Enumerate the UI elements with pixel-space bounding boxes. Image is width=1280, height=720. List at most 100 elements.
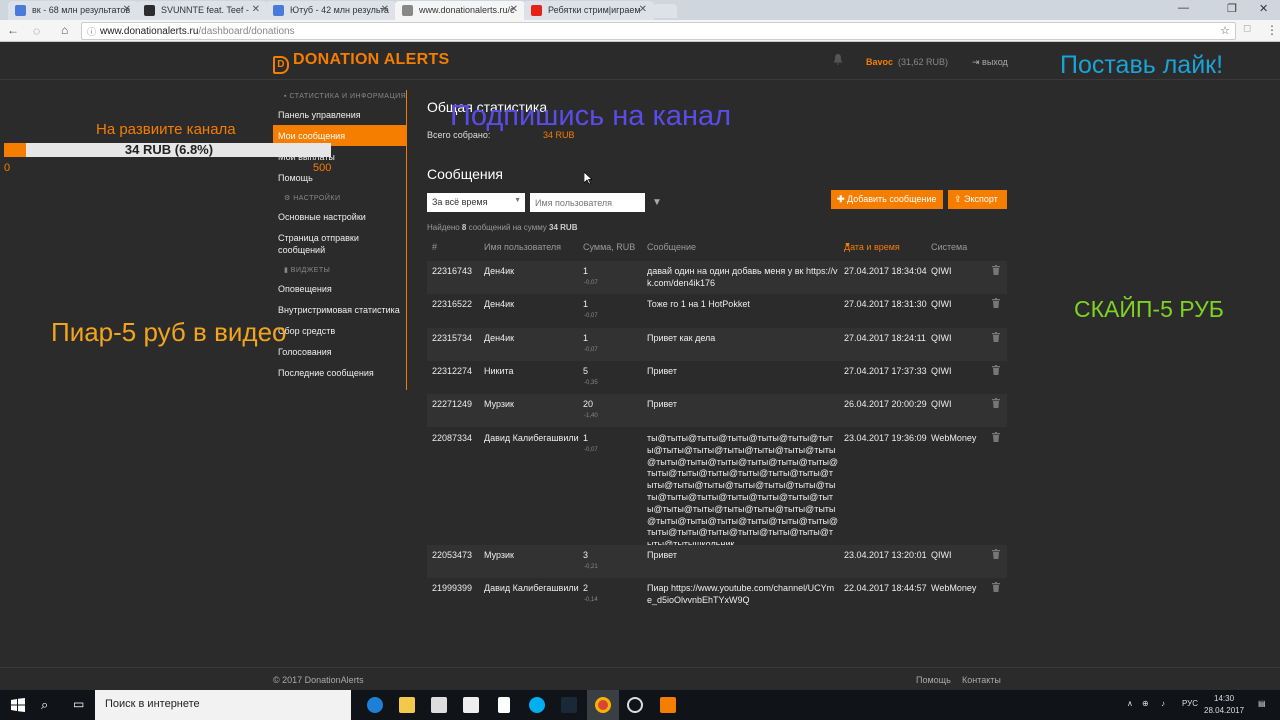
steam-icon[interactable] bbox=[561, 697, 577, 713]
close-tab-icon[interactable]: ✕ bbox=[381, 4, 389, 15]
notifications-icon[interactable]: ▤ bbox=[1258, 699, 1266, 708]
trash-icon[interactable] bbox=[992, 549, 1000, 559]
close-tab-icon[interactable]: ✕ bbox=[639, 4, 647, 15]
url-input[interactable]: www.donationalerts.ru/dashboard/donation… bbox=[81, 22, 1236, 40]
footer-help-link[interactable]: Помощь bbox=[916, 675, 951, 685]
cell-id: 22087334 bbox=[432, 433, 473, 443]
trash-icon[interactable] bbox=[992, 265, 1000, 275]
sidebar-item-polls[interactable]: Голосования bbox=[273, 341, 406, 362]
search-icon[interactable]: ⌕ bbox=[41, 697, 48, 713]
home-icon[interactable]: ⌂ bbox=[61, 23, 68, 37]
sidebar-item-send-page[interactable]: Страница отправки сообщений bbox=[273, 227, 406, 260]
cell-fee: -0,07 bbox=[584, 280, 598, 286]
edge-icon[interactable] bbox=[367, 697, 383, 713]
logo[interactable]: D DONATION ALERTS bbox=[273, 51, 450, 74]
sidebar-item-main-settings[interactable]: Основные настройки bbox=[273, 206, 406, 227]
page-info-icon[interactable]: ⓘ bbox=[87, 25, 96, 38]
tray-network-icon[interactable]: ⊕ bbox=[1142, 699, 1149, 708]
close-tab-icon[interactable]: ✕ bbox=[510, 4, 518, 15]
period-select-value: За всё время bbox=[432, 197, 488, 207]
bell-icon[interactable] bbox=[832, 53, 844, 66]
sidebar-item-help[interactable]: Помощь bbox=[273, 167, 406, 188]
browser-tab[interactable]: Ютуб - 42 млн результа ✕ bbox=[266, 1, 396, 20]
sidebar-item-dashboard[interactable]: Панель управления bbox=[273, 104, 406, 125]
task-view-icon[interactable]: ▭ bbox=[73, 697, 84, 711]
username-filter-input[interactable] bbox=[530, 193, 645, 212]
cell-system: WebMoney bbox=[931, 583, 977, 593]
cell-fee: -0,35 bbox=[584, 380, 598, 386]
close-window-icon[interactable]: ✕ bbox=[1259, 2, 1268, 15]
bookmark-star-icon[interactable]: ☆ bbox=[1220, 24, 1230, 37]
keyboard-language[interactable]: РУС bbox=[1182, 699, 1198, 708]
cell-id: 22053473 bbox=[432, 550, 473, 560]
trash-icon[interactable] bbox=[992, 398, 1000, 408]
taskbar-search-input[interactable]: Поиск в интернете bbox=[95, 690, 351, 720]
cell-date: 27.04.2017 18:31:30 bbox=[844, 299, 927, 309]
close-tab-icon[interactable]: ✕ bbox=[252, 4, 260, 15]
cell-system: QIWI bbox=[931, 333, 952, 343]
cell-amount: 2 bbox=[583, 583, 589, 593]
col-header-system: Система bbox=[931, 242, 968, 252]
cell-system: QIWI bbox=[931, 399, 952, 409]
trash-icon[interactable] bbox=[992, 332, 1000, 342]
cell-fee: -1,40 bbox=[584, 413, 598, 419]
period-select[interactable]: За всё время ▼ bbox=[427, 193, 525, 212]
page-favicon-icon bbox=[402, 5, 413, 16]
mail-icon[interactable] bbox=[463, 697, 479, 713]
trash-icon[interactable] bbox=[992, 365, 1000, 375]
new-tab-button[interactable] bbox=[653, 4, 677, 18]
col-header-amount[interactable]: Сумма, RUB bbox=[583, 242, 635, 252]
minimize-icon[interactable]: — bbox=[1178, 2, 1189, 14]
cell-fee: -0,07 bbox=[584, 447, 598, 453]
chrome-icon[interactable] bbox=[595, 697, 611, 713]
export-button[interactable]: ⇪ Экспорт bbox=[948, 190, 1007, 209]
obs-icon[interactable] bbox=[627, 697, 643, 713]
sidebar-item-alerts[interactable]: Оповещения bbox=[273, 278, 406, 299]
menu-icon[interactable]: ⋮ bbox=[1266, 23, 1278, 37]
sidebar-item-last-messages[interactable]: Последние сообщения bbox=[273, 362, 406, 383]
col-header-username[interactable]: Имя пользователя bbox=[484, 242, 561, 252]
url-host: www.donationalerts.ru bbox=[100, 26, 199, 37]
trash-icon[interactable] bbox=[992, 582, 1000, 592]
goal-progress-text: 34 RUB (6.8%) bbox=[124, 142, 214, 157]
address-bar-row: ← ◌ ⌂ www.donationalerts.ru/dashboard/do… bbox=[0, 20, 1280, 42]
clock-date[interactable]: 28.04.2017 bbox=[1204, 706, 1244, 715]
extension-icon[interactable]: ◻ bbox=[1243, 23, 1251, 34]
logout-link[interactable]: ⇥ выход bbox=[972, 57, 1008, 68]
cell-id: 22316522 bbox=[432, 299, 473, 309]
filter-icon[interactable]: ▼ bbox=[652, 197, 662, 208]
skype-icon[interactable] bbox=[529, 697, 545, 713]
browser-tab[interactable]: Ребятки стрим|играем ✕ bbox=[524, 1, 654, 20]
store-icon[interactable] bbox=[431, 697, 447, 713]
browser-tab[interactable]: вк - 68 млн результатов ✕ bbox=[8, 1, 138, 20]
cell-system: WebMoney bbox=[931, 433, 977, 443]
cell-date: 26.04.2017 20:00:29 bbox=[844, 399, 927, 409]
trash-icon[interactable] bbox=[992, 298, 1000, 308]
user-name[interactable]: Bavoc bbox=[866, 57, 893, 67]
maximize-icon[interactable]: ❐ bbox=[1227, 2, 1237, 15]
table-row: 21999399 Давид Калибегашвили 2 -0,14 Пиар ht… bbox=[427, 578, 1007, 618]
tray-chevron-up-icon[interactable]: ∧ bbox=[1127, 699, 1133, 708]
file-explorer-icon[interactable] bbox=[399, 697, 415, 713]
browser-tab-active[interactable]: www.donationalerts.ru/c ✕ bbox=[395, 1, 525, 20]
export-label: Экспорт bbox=[964, 194, 998, 204]
donationalerts-app-icon[interactable] bbox=[660, 697, 676, 713]
windows-start-icon[interactable] bbox=[11, 698, 25, 712]
sidebar-item-stream-stats[interactable]: Внутристримовая статистика bbox=[273, 299, 406, 320]
close-tab-icon[interactable]: ✕ bbox=[123, 4, 131, 15]
cell-username: Ден4ик bbox=[484, 299, 515, 309]
back-icon[interactable]: ← bbox=[7, 23, 19, 37]
add-message-button[interactable]: ✚ Добавить сообщение bbox=[831, 190, 943, 209]
search-favicon-icon bbox=[15, 5, 26, 16]
sidebar-section-stats: ▪ СТАТИСТИКА И ИНФОРМАЦИЯ bbox=[284, 93, 407, 100]
footer-contacts-link[interactable]: Контакты bbox=[962, 675, 1001, 685]
tray-volume-icon[interactable]: ♪ bbox=[1161, 699, 1165, 708]
cell-fee: -0,14 bbox=[584, 597, 598, 603]
document-icon[interactable] bbox=[498, 697, 510, 713]
cell-message: Привет bbox=[647, 366, 678, 376]
clock-time[interactable]: 14:30 bbox=[1214, 694, 1234, 703]
cell-amount: 3 bbox=[583, 550, 589, 560]
browser-tab[interactable]: SVUNNTE feat. Teef - ✕ bbox=[137, 1, 267, 20]
trash-icon[interactable] bbox=[992, 432, 1000, 442]
sidebar-item-fundraising[interactable]: Сбор средств bbox=[273, 320, 406, 341]
